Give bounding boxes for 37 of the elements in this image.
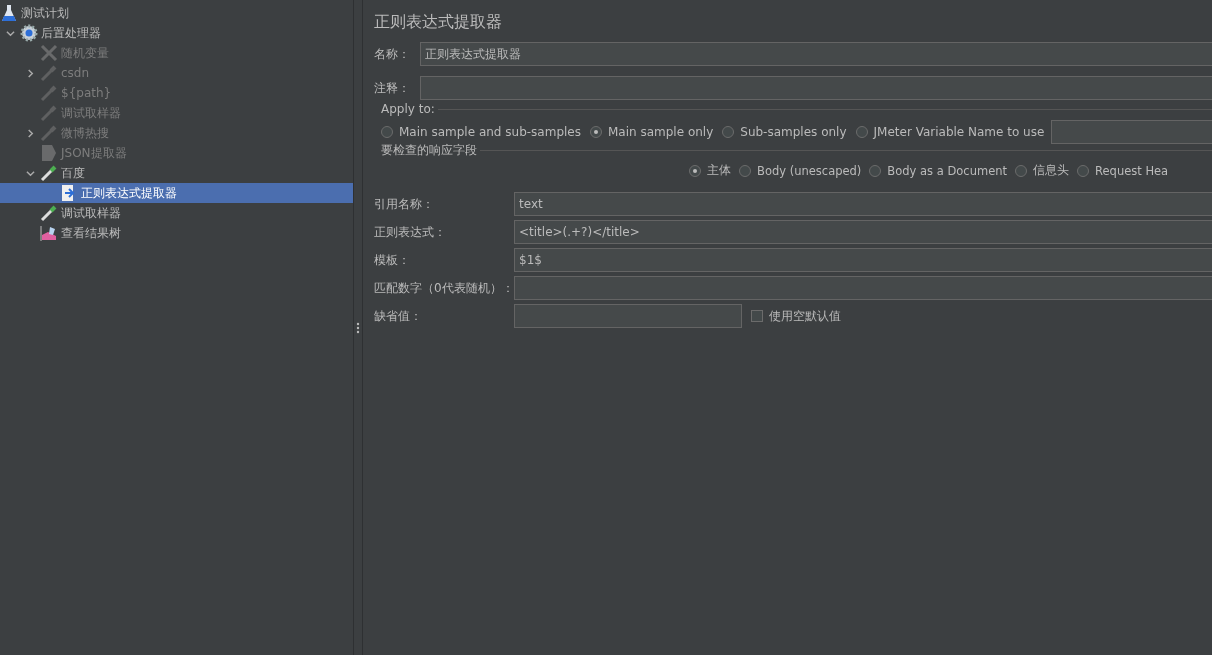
name-field[interactable]: 正则表达式提取器 [420,42,1212,66]
input-field[interactable]: text [514,192,1212,216]
field-label: 名称： [374,45,411,63]
tree-row[interactable]: 调试取样器 [0,203,353,223]
field-label: 引用名称： [374,195,435,213]
field-label: 缺省值： [374,307,423,325]
radio-option[interactable]: 信息头 [1015,163,1070,178]
input-field[interactable]: <title>(.+?)</title> [514,220,1212,244]
selected-tree-row[interactable]: 正则表达式提取器 [0,183,353,203]
group-legend: 要检查的响应字段 [381,142,477,159]
field-label: 匹配数字（0代表随机）： [374,279,514,297]
chevron-icon[interactable] [26,168,35,178]
group-legend: Apply to: [381,102,435,116]
default-value-field[interactable] [514,304,742,328]
variable-name-field[interactable] [1051,120,1212,144]
radio-option[interactable]: Main sample only [590,125,714,139]
tree-row[interactable]: 查看结果树 [0,223,353,243]
field-label: 模板： [374,251,411,269]
tree-row[interactable]: 测试计划 [0,3,353,23]
radio-option[interactable]: Request Hea [1077,163,1169,178]
checkbox-option[interactable]: 使用空默认值 [751,307,841,325]
radio-option[interactable]: Body as a Document [869,163,1008,178]
field-label: 注释： [374,79,411,97]
input-field[interactable]: $1$ [514,248,1212,272]
tree-row[interactable]: 后置处理器 [0,23,353,43]
input-field[interactable] [514,276,1212,300]
panel-title: 正则表达式提取器 [374,12,503,33]
radio-option[interactable]: Body (unescaped) [739,163,862,178]
tree-row[interactable]: 百度 [0,163,353,183]
chevron-icon[interactable] [6,28,15,38]
radio-option[interactable]: 主体 [689,163,731,178]
comment-field[interactable] [420,76,1212,100]
field-label: 正则表达式： [374,223,447,241]
radio-option[interactable]: JMeter Variable Name to use [855,125,1045,139]
radio-option[interactable]: Main sample and sub-samples [381,125,581,139]
radio-option[interactable]: Sub-samples only [722,125,847,139]
grip-icon[interactable] [356,321,360,334]
